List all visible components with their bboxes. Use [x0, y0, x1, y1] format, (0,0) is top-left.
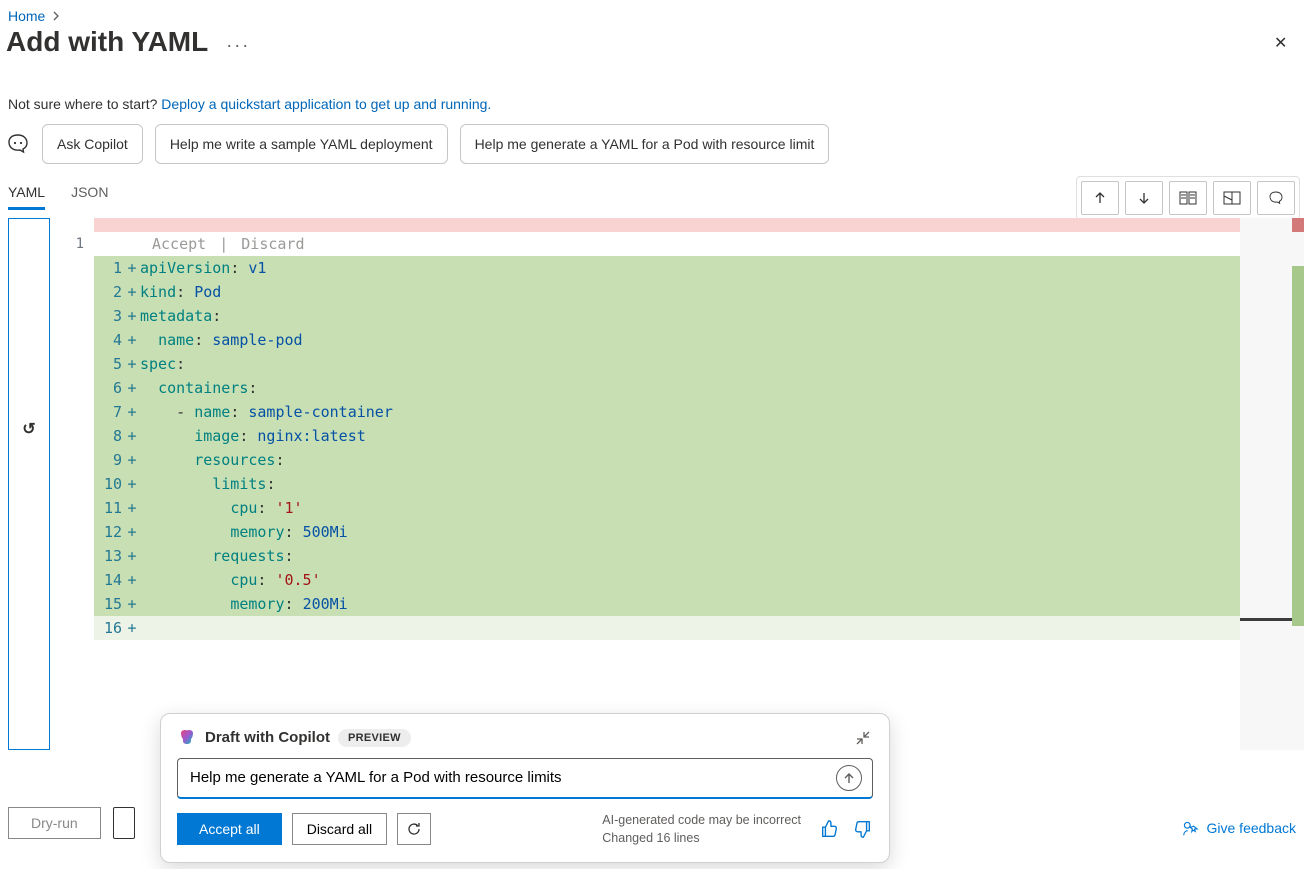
dry-run-button: Dry-run	[8, 807, 101, 839]
quickstart-link[interactable]: Deploy a quickstart application to get u…	[161, 96, 491, 112]
code-line[interactable]: 14+ cpu: '0.5'	[94, 568, 1304, 592]
chevron-right-icon	[51, 11, 61, 21]
diff-added-block: 1+apiVersion: v12+kind: Pod3+metadata:4+…	[94, 256, 1304, 640]
thumbs-up-icon[interactable]	[819, 818, 841, 840]
tab-yaml[interactable]: YAML	[8, 176, 45, 210]
breadcrumb: Home	[0, 0, 1312, 24]
collapse-icon[interactable]	[853, 728, 873, 748]
give-feedback-label: Give feedback	[1207, 820, 1297, 836]
code-line[interactable]: 10+ limits:	[94, 472, 1304, 496]
page-title: Add with YAML	[6, 26, 208, 58]
copilot-prompt-input[interactable]	[188, 768, 836, 787]
code-body[interactable]: Accept | Discard 1+apiVersion: v12+kind:…	[94, 218, 1304, 750]
inline-discard[interactable]: Discard	[241, 235, 304, 253]
more-menu-icon[interactable]: ···	[222, 31, 254, 60]
copilot-change-count: Changed 16 lines	[602, 829, 801, 848]
undo-icon[interactable]	[22, 419, 35, 439]
suggest-sample-yaml[interactable]: Help me write a sample YAML deployment	[155, 124, 448, 164]
code-line[interactable]: 8+ image: nginx:latest	[94, 424, 1304, 448]
retry-icon[interactable]	[397, 813, 431, 845]
inline-accept-discard: Accept | Discard	[94, 232, 1304, 256]
code-line[interactable]: 7+ - name: sample-container	[94, 400, 1304, 424]
code-line[interactable]: 5+spec:	[94, 352, 1304, 376]
accept-all-button[interactable]: Accept all	[177, 813, 282, 845]
code-line[interactable]: 3+metadata:	[94, 304, 1304, 328]
copilot-input-row	[177, 758, 873, 799]
minimap-divider	[1240, 618, 1292, 621]
page-header: Add with YAML ···	[0, 24, 1312, 64]
code-line[interactable]: 15+ memory: 200Mi	[94, 592, 1304, 616]
suggest-pod-limits[interactable]: Help me generate a YAML for a Pod with r…	[460, 124, 830, 164]
inline-accept[interactable]: Accept	[152, 235, 206, 253]
copilot-icon	[6, 132, 30, 156]
code-line[interactable]: 6+ containers:	[94, 376, 1304, 400]
code-line[interactable]: 12+ memory: 500Mi	[94, 520, 1304, 544]
code-line[interactable]: 13+ requests:	[94, 544, 1304, 568]
code-line[interactable]: 1+apiVersion: v1	[94, 256, 1304, 280]
partial-button[interactable]	[113, 807, 135, 839]
tab-json[interactable]: JSON	[71, 176, 108, 210]
copilot-popup: Draft with Copilot PREVIEW Accept all Di…	[160, 713, 890, 864]
copilot-logo-icon	[177, 728, 197, 748]
code-line[interactable]: 4+ name: sample-pod	[94, 328, 1304, 352]
close-icon[interactable]	[1274, 33, 1294, 53]
copilot-popup-title: Draft with Copilot	[205, 729, 330, 746]
code-line[interactable]: 11+ cpu: '1'	[94, 496, 1304, 520]
submit-icon[interactable]	[836, 765, 862, 791]
hint-lead: Not sure where to start?	[8, 96, 161, 112]
thumbs-down-icon[interactable]	[851, 818, 873, 840]
give-feedback-link[interactable]: Give feedback	[1181, 819, 1297, 837]
code-line[interactable]: 9+ resources:	[94, 448, 1304, 472]
diff-removed-band	[94, 218, 1304, 232]
discard-all-button[interactable]: Discard all	[292, 813, 387, 845]
outer-line-number: 1	[50, 232, 84, 256]
copilot-note: AI-generated code may be incorrect Chang…	[602, 811, 801, 849]
minimap[interactable]	[1240, 218, 1304, 750]
outer-gutter: 1	[50, 218, 94, 750]
editor-thumb-rail	[8, 218, 50, 750]
code-line[interactable]: 2+kind: Pod	[94, 280, 1304, 304]
hint-row: Not sure where to start? Deploy a quicks…	[0, 64, 1312, 120]
suggestion-row: Ask Copilot Help me write a sample YAML …	[0, 120, 1312, 176]
preview-badge: PREVIEW	[338, 729, 411, 747]
tabs-row: YAML JSON	[0, 176, 1312, 210]
code-line[interactable]: 16+	[94, 616, 1304, 640]
suggest-ask-copilot[interactable]: Ask Copilot	[42, 124, 143, 164]
breadcrumb-home[interactable]: Home	[8, 8, 45, 24]
code-wrap[interactable]: 1 Accept | Discard 1+apiVersion: v12+kin…	[50, 218, 1304, 750]
minimap-added-marker	[1292, 266, 1304, 626]
editor-zone: 1 Accept | Discard 1+apiVersion: v12+kin…	[0, 210, 1312, 750]
minimap-removed-marker	[1292, 218, 1304, 232]
copilot-disclaimer: AI-generated code may be incorrect	[602, 811, 801, 830]
